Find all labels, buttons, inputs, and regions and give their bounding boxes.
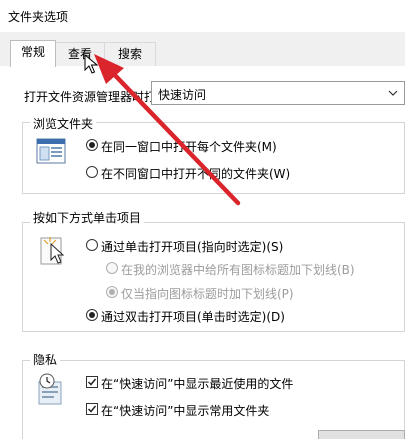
tab-general[interactable]: 常规 [10,40,56,67]
annotation-arrow-icon [94,54,241,206]
